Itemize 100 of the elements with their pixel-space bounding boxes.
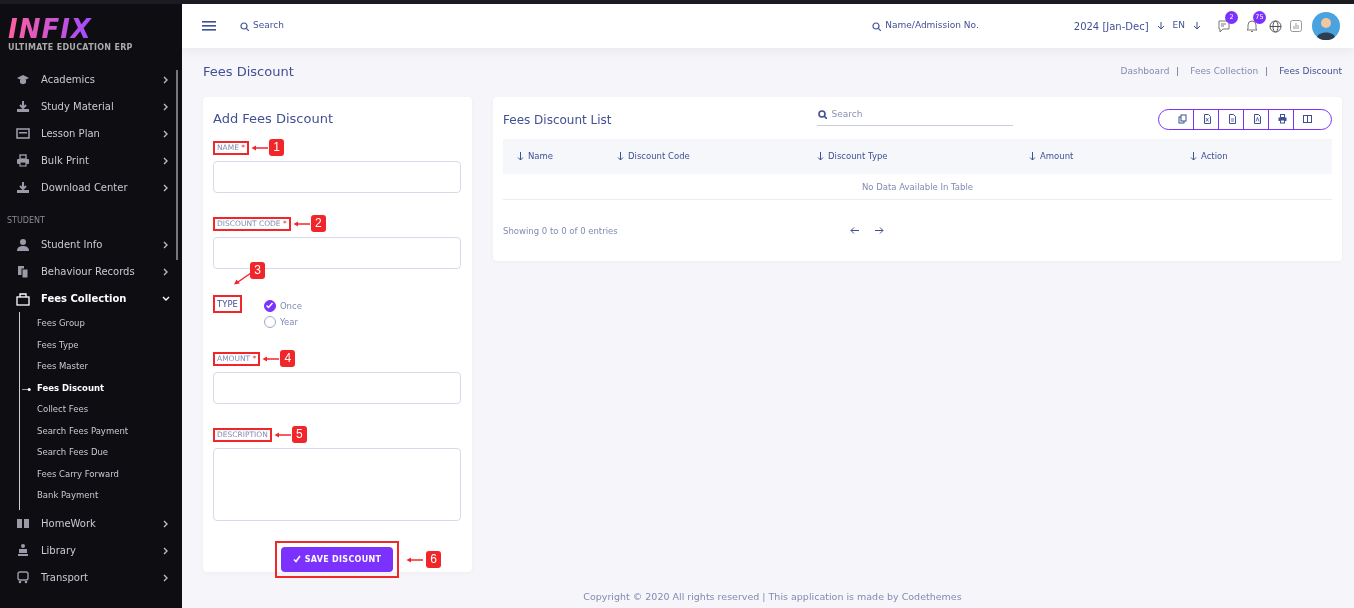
columns-icon [1303,114,1312,124]
sort-arrow-icon [1190,151,1197,161]
chevron-right-icon [161,102,170,111]
submenu-item[interactable]: Search Fees Due [20,442,182,464]
callout-arrow [404,555,426,564]
graduation-cap-icon [16,72,30,87]
callout-arrow [292,219,311,228]
arrow-down-icon [1156,22,1165,30]
input-field[interactable] [213,161,461,193]
submenu-item[interactable]: Fees Group [20,313,182,335]
sidebar-item[interactable]: Fees Collection [0,285,182,312]
check-icon [292,554,301,563]
submenu-item[interactable]: Fees Discount [20,377,182,399]
sidebar-item[interactable]: Behaviour Records [0,258,182,285]
spreadsheet-file-icon [1203,114,1212,124]
submenu-item[interactable]: Fees Type [20,334,182,356]
check-icon [264,301,274,310]
book-icon [16,516,30,530]
radio-option[interactable]: Year [263,314,302,330]
callout-arrow [262,354,281,363]
printer-icon [1278,114,1287,124]
sidebar-item[interactable]: Library [0,536,182,564]
globe-icon[interactable] [1269,19,1282,33]
column-header[interactable]: Discount Type [817,149,888,163]
callout-arrow [273,430,292,439]
submenu-item[interactable]: Fees Carry Forward [20,463,182,485]
submenu-item[interactable]: Bank Payment [20,485,182,507]
callout-number: 1 [269,139,285,156]
wallet-icon [16,291,30,306]
sort-arrow-icon [617,151,624,161]
search-icon [817,110,827,119]
section-heading: STUDENT [6,215,46,227]
sidebar-item[interactable]: Student Info [0,231,182,258]
chevron-down-icon [161,294,170,303]
sidebar-item[interactable]: Academics [0,66,182,93]
callout-arrow [251,143,270,152]
callout-number: 6 [426,551,441,568]
sidebar-item[interactable]: Download Center [0,174,182,201]
logo-tagline: ULTIMATE EDUCATION ERP [8,42,133,54]
empty-table-message: No Data Available In Table [503,173,1332,200]
search-icon [240,21,249,31]
callout-number: 5 [291,426,307,443]
submenu-item[interactable]: Search Fees Payment [20,420,182,442]
documents-icon [16,264,30,279]
bus-icon [16,570,30,584]
chevron-right-icon [161,572,170,582]
student-search-field[interactable]: Name/Admission No. [872,19,979,33]
chevron-right-icon [161,267,170,276]
sort-arrow-icon [817,151,824,161]
sidebar-item[interactable]: Lesson Plan [0,120,182,147]
radio-option[interactable]: Once [263,298,302,314]
card-title: Fees Discount List [503,111,612,129]
search-icon [872,21,882,31]
printer-icon [16,153,30,168]
download-icon [16,99,30,114]
footer-text: Copyright © 2020 All rights reserved | This application is made by Codethemes [582,589,963,604]
save-button[interactable]: SAVE DISCOUNT [281,547,393,572]
table-info: Showing 0 to 0 of 0 entries [503,224,618,238]
callout-number: 4 [280,350,296,367]
submenu-item[interactable]: Collect Fees [20,399,182,421]
copy-icon [1178,114,1187,124]
bell-icon[interactable] [1245,19,1259,33]
file-icon [1228,114,1237,124]
chevron-right-icon [161,129,170,138]
column-header[interactable]: Amount [1029,149,1074,163]
chevron-right-icon [161,183,170,192]
arrow-right-icon[interactable] [874,227,884,235]
chevron-right-icon [161,545,170,555]
sidebar-item[interactable]: HomeWork [0,509,182,537]
page-title: Fees Discount [203,63,294,81]
column-header[interactable]: Discount Code [617,149,690,163]
language-dropdown[interactable]: EN [1172,19,1201,33]
input-field[interactable] [213,372,461,404]
pdf-file-icon [1253,114,1262,124]
breadcrumb-link[interactable]: Fees Discount [1279,65,1342,79]
column-header[interactable]: Name [517,149,554,163]
chevron-right-icon [161,156,170,165]
menu-icon[interactable] [202,20,216,32]
submenu-item[interactable]: Fees Master [20,356,182,378]
field-label: TYPE [213,295,242,313]
chevron-right-icon [161,518,170,528]
user-icon [16,237,30,252]
scrollbar[interactable] [176,70,178,260]
session-dropdown[interactable]: 2024 [Jan-Dec] [1073,18,1165,34]
card-title: Add Fees Discount [213,109,335,128]
avatar[interactable] [1312,12,1340,40]
chat-icon[interactable] [1217,19,1231,33]
sidebar-item[interactable]: Bulk Print [0,147,182,174]
arrow-left-icon[interactable] [849,227,859,235]
sort-arrow-icon [517,151,524,161]
download-icon [16,180,30,195]
sort-arrow-icon [1029,151,1036,161]
sidebar-item[interactable]: Study Material [0,93,182,120]
sidebar-item[interactable]: Transport [0,563,182,591]
callout-number: 2 [310,215,326,232]
search-field[interactable]: Search [240,19,284,33]
chart-icon[interactable] [1290,20,1302,32]
column-header[interactable]: Action [1190,149,1228,163]
active-indicator-icon [19,387,34,391]
screen-icon [16,126,30,141]
